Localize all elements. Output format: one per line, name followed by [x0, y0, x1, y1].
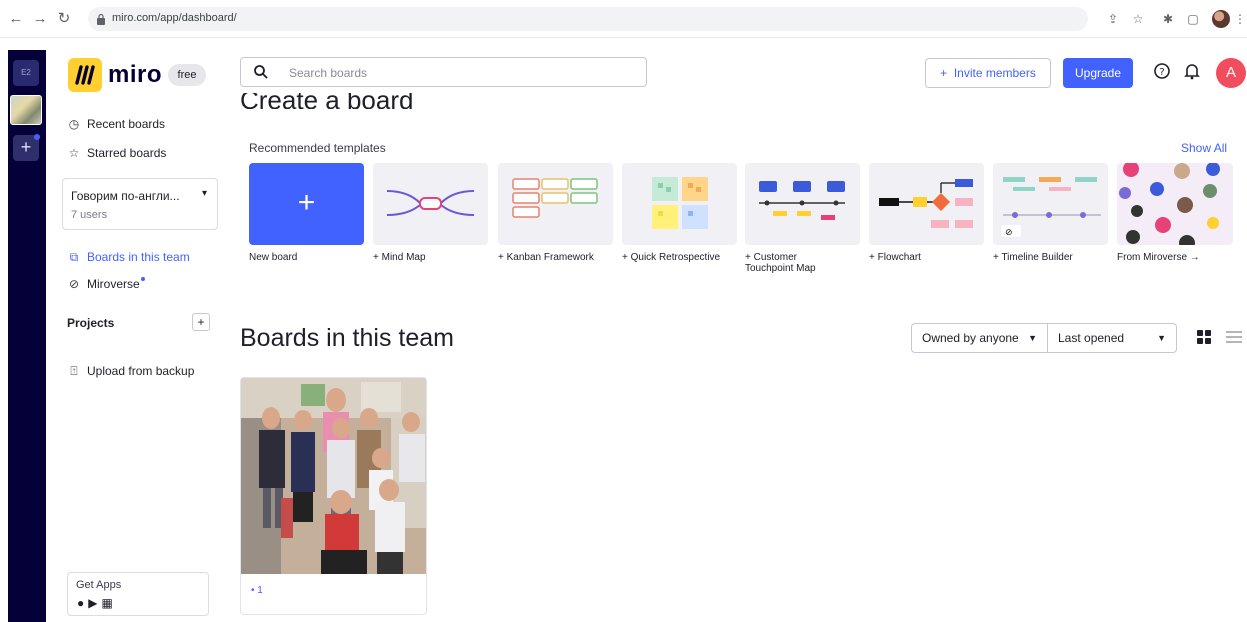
add-project-button[interactable]: + [192, 313, 210, 331]
sidebar-item-label: Upload from backup [87, 364, 195, 378]
owner-filter-select[interactable]: Owned by anyone ▼ [911, 323, 1048, 353]
browser-toolbar: ← → ↻ miro.com/app/dashboard/ ⇪ ☆ ✱ ▢ ⋮ [0, 0, 1247, 38]
miroverse-icon: ⊘ [68, 277, 80, 291]
grid-view-icon[interactable] [1197, 330, 1211, 344]
show-all-link[interactable]: Show All [1181, 141, 1227, 155]
touchpoint-preview [759, 181, 845, 220]
template-label: From Miroverse → [1117, 252, 1200, 263]
template-label: + Customer Touchpoint Map [745, 252, 816, 274]
invite-members-button[interactable]: + Invite members [925, 58, 1051, 88]
chevron-down-icon: ▼ [1028, 333, 1037, 343]
get-apps-label: Get Apps [76, 579, 122, 591]
user-avatar[interactable]: A [1216, 58, 1246, 88]
bookmark-star-icon[interactable]: ☆ [1130, 11, 1146, 27]
back-icon[interactable]: ← [6, 9, 26, 29]
chevron-down-icon: ▼ [1157, 333, 1166, 343]
search-icon [254, 65, 268, 79]
flowchart-preview [879, 179, 973, 228]
browser-profile-avatar[interactable] [1212, 10, 1230, 28]
template-label: + Timeline Builder [993, 252, 1073, 263]
kanban-preview [512, 178, 598, 218]
create-board-heading: Create a board [240, 93, 414, 109]
sidebar-recent-boards[interactable]: ◷ Recent boards [67, 117, 165, 135]
recommended-templates-label: Recommended templates [249, 141, 386, 155]
svg-text:?: ? [1159, 67, 1164, 78]
sidebar-item-label: Boards in this team [87, 250, 190, 264]
extensions-icon[interactable]: ✱ [1160, 11, 1176, 27]
list-view-icon[interactable] [1226, 330, 1242, 344]
team-name: Говорим по-англи... [71, 189, 180, 203]
sort-select[interactable]: Last opened ▼ [1047, 323, 1177, 353]
play-store-icon[interactable]: ▶ [88, 596, 101, 610]
share-icon[interactable]: ⇪ [1105, 11, 1121, 27]
chevron-down-icon: ▾ [201, 188, 207, 199]
search-input[interactable]: Search boards [240, 57, 647, 87]
template-label: New board [249, 252, 298, 263]
board-meta: • 1 [251, 585, 263, 596]
star-icon: ☆ [68, 146, 80, 160]
windows-icon[interactable]: ▦ [101, 596, 116, 610]
sidebar-item-label: Starred boards [87, 146, 167, 160]
browser-menu-icon[interactable]: ⋮ [1232, 11, 1247, 27]
sidebar-starred-boards[interactable]: ☆ Starred boards [67, 146, 167, 164]
new-indicator-dot [140, 277, 145, 281]
plus-icon: + [940, 66, 948, 80]
apple-icon[interactable]: ● [77, 596, 88, 610]
boards-icon: ⧉ [69, 250, 79, 264]
customer-touchpoint-map-tile[interactable] [745, 163, 860, 245]
clock-icon: ◷ [68, 117, 80, 131]
timeline-builder-tile[interactable]: ⊘ [993, 163, 1108, 245]
app-store-icons: ●▶▦ [77, 596, 117, 610]
url-text: miro.com/app/dashboard/ [112, 12, 237, 24]
new-board-tile[interactable]: + [249, 163, 364, 245]
flowchart-tile[interactable] [869, 163, 984, 245]
quick-retrospective-tile[interactable] [622, 163, 737, 245]
sidebar-item-label: Recent boards [87, 117, 166, 131]
plan-badge[interactable]: free [168, 64, 206, 86]
miroverse-tile[interactable] [1117, 163, 1233, 245]
upload-icon: ⍐ [70, 364, 78, 378]
side-panel-icon[interactable]: ▢ [1185, 11, 1201, 27]
timeline-preview: ⊘ [1001, 177, 1101, 238]
mind-map-tile[interactable] [373, 163, 488, 245]
sidebar-upload-backup[interactable]: ⍐ Upload from backup [67, 364, 194, 382]
team-user-count: 7 users [71, 209, 108, 221]
kanban-framework-tile[interactable] [498, 163, 613, 245]
team-rail: E2 + [8, 50, 46, 622]
forward-icon[interactable]: → [30, 9, 50, 29]
get-apps-panel[interactable]: Get Apps ●▶▦ [67, 572, 209, 616]
logo-wordmark: miro [108, 61, 163, 88]
address-bar[interactable]: miro.com/app/dashboard/ [88, 7, 1088, 31]
team-switcher-tile[interactable]: E2 [13, 60, 39, 86]
sidebar-item-label: Miroverse [87, 277, 140, 291]
invite-label: Invite members [953, 66, 1036, 80]
sidebar-boards-in-team[interactable]: ⧉ Boards in this team [67, 250, 190, 268]
template-label: + Kanban Framework [498, 252, 594, 263]
miro-logo-icon [68, 58, 102, 92]
bell-icon[interactable] [1182, 62, 1202, 82]
projects-heading: Projects [67, 316, 115, 330]
reload-icon[interactable]: ↻ [54, 9, 74, 29]
mind-map-preview [386, 190, 475, 216]
board-card[interactable]: • 1 [240, 377, 427, 615]
miroverse-preview [1119, 163, 1220, 245]
template-label: + Flowchart [869, 252, 921, 263]
sidebar-miroverse[interactable]: ⊘ Miroverse [67, 277, 145, 295]
board-thumbnail-photo [241, 378, 426, 574]
sort-value: Last opened [1058, 331, 1125, 345]
retrospective-preview [652, 177, 708, 229]
team-selector[interactable]: Говорим по-англи... ▾ 7 users [62, 178, 218, 230]
owner-filter-value: Owned by anyone [922, 331, 1019, 345]
svg-text:⊘: ⊘ [1005, 228, 1013, 238]
search-placeholder: Search boards [289, 66, 368, 80]
help-icon[interactable]: ? [1152, 62, 1172, 82]
page-title: Boards in this team [240, 324, 454, 352]
template-label: + Mind Map [373, 252, 426, 263]
lock-icon [97, 13, 105, 25]
template-label: + Quick Retrospective [622, 252, 721, 263]
team-thumbnail[interactable] [10, 95, 42, 125]
notification-dot [34, 134, 40, 140]
upgrade-button[interactable]: Upgrade [1063, 58, 1133, 88]
